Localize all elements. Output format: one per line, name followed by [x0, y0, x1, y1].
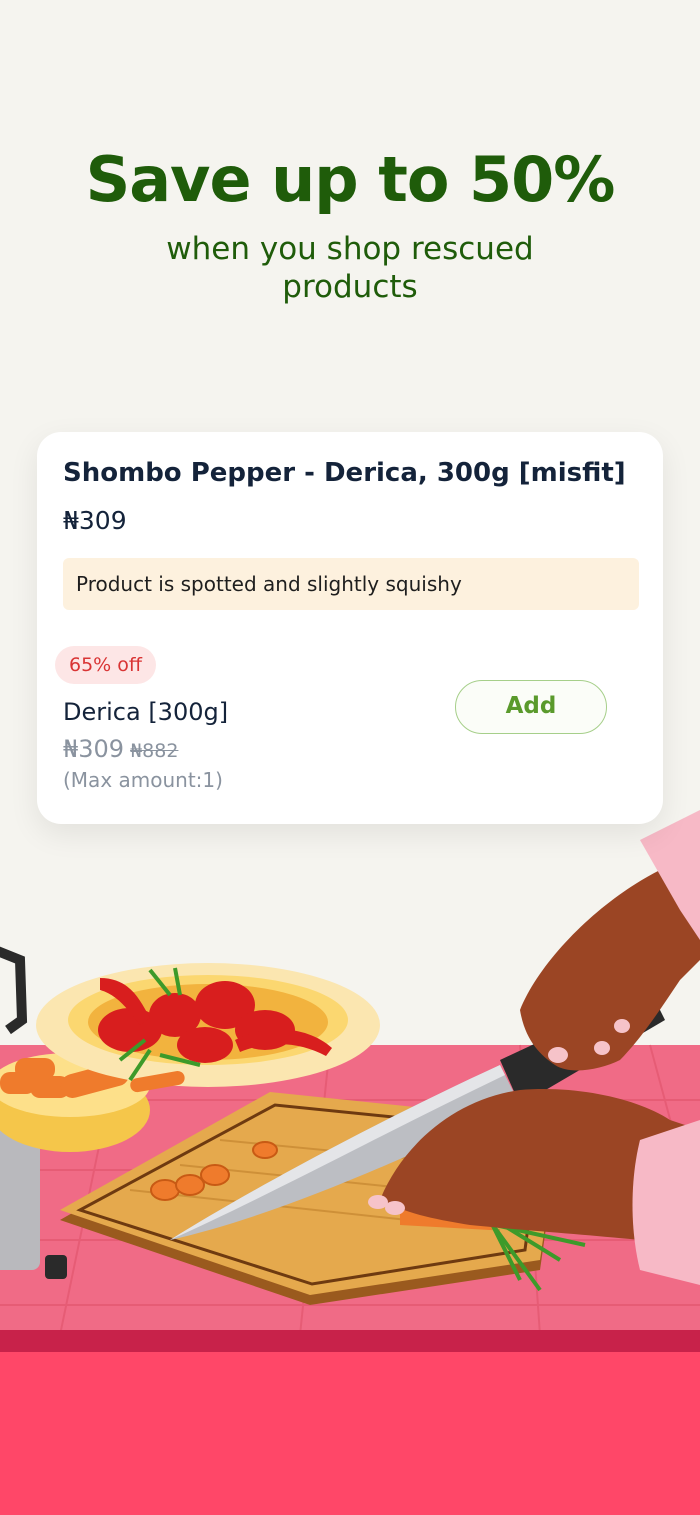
variant-price: ₦309 [63, 735, 125, 763]
product-card: Shombo Pepper - Derica, 300g [misfit] ₦3… [37, 432, 663, 824]
product-price: ₦309 [63, 506, 127, 535]
condition-note-text: Product is spotted and slightly squishy [76, 572, 462, 596]
hero-section: Save up to 50% when you shop rescued pro… [0, 0, 700, 430]
add-button[interactable]: Add [455, 680, 607, 734]
discount-badge: 65% off [55, 646, 156, 684]
hero-title: Save up to 50% [85, 143, 616, 216]
variant-name: Derica [300g] [63, 698, 229, 726]
product-title: Shombo Pepper - Derica, 300g [misfit] [63, 458, 626, 488]
max-amount: (Max amount:1) [63, 768, 223, 792]
hero-subtitle: when you shop rescued products [166, 231, 534, 305]
kitchen-chopping-illustration [0, 810, 700, 1515]
variant-original-price: ₦882 [130, 740, 179, 762]
variant-price-row: ₦309 ₦882 [63, 735, 178, 763]
condition-note: Product is spotted and slightly squishy [63, 558, 639, 610]
